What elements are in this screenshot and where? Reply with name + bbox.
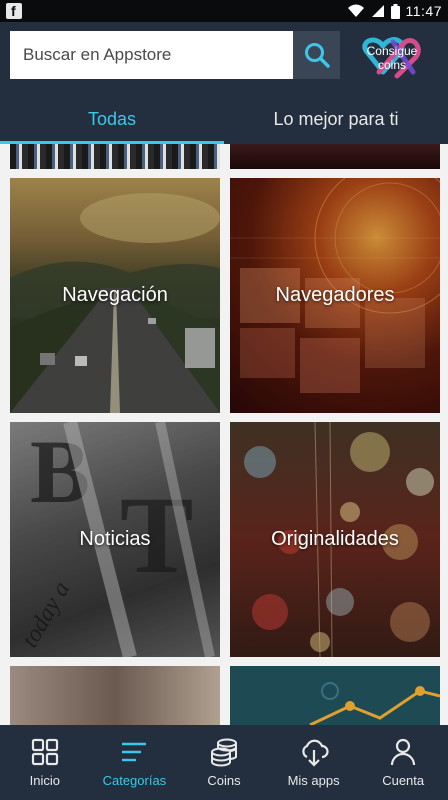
category-label: Noticias [79, 528, 151, 550]
category-tile-partial[interactable] [230, 666, 440, 725]
get-coins-label: Consigue coins [366, 44, 418, 72]
nav-categorias[interactable]: Categorías [90, 725, 180, 800]
cloud-download-icon [301, 739, 329, 767]
search-input[interactable] [10, 31, 293, 79]
nav-label: Inicio [29, 773, 60, 788]
app-header: Consigue coins Todas Lo mejor para ti [0, 22, 448, 144]
category-label: Originalidades [271, 528, 399, 550]
nav-label: Categorías [102, 773, 167, 788]
nav-label: Mis apps [287, 773, 340, 788]
coins-icon [210, 738, 237, 767]
category-tile-partial[interactable] [230, 144, 440, 169]
status-bar: f 11:47 [0, 0, 448, 22]
tab-bar: Todas Lo mejor para ti [0, 94, 448, 144]
category-tile-originalidades[interactable]: Originalidades [230, 422, 440, 657]
nav-inicio[interactable]: Inicio [0, 725, 90, 800]
signal-icon [371, 5, 384, 17]
grid-icon [31, 738, 58, 766]
category-label: Navegadores [275, 284, 395, 306]
battery-icon [390, 3, 400, 19]
nav-label: Cuenta [382, 773, 425, 788]
category-tile-navegadores[interactable]: Navegadores [230, 178, 440, 413]
category-tile-partial[interactable] [10, 144, 220, 169]
nav-label: Coins [207, 773, 241, 788]
status-icons: 11:47 [347, 2, 443, 20]
nav-coins[interactable]: Coins [179, 725, 269, 800]
category-grid: Navegación Navegadores B T today a Notic… [0, 144, 448, 725]
category-tile-partial[interactable] [10, 666, 220, 725]
category-label: Navegación [62, 284, 168, 306]
search-icon [304, 43, 330, 68]
bottom-navigation: Inicio Categorías Coins Mis apps Cuenta [0, 725, 448, 800]
category-tile-noticias[interactable]: B T today a Noticias [10, 422, 220, 657]
get-coins-button[interactable]: Consigue coins [353, 32, 425, 80]
wifi-icon [347, 4, 364, 17]
category-tile-navegacion[interactable]: Navegación [10, 178, 220, 413]
search-button[interactable] [293, 31, 340, 79]
search-bar [10, 31, 340, 79]
nav-cuenta[interactable]: Cuenta [358, 725, 448, 800]
facebook-icon: f [6, 3, 22, 19]
tab-todas[interactable]: Todas [0, 94, 224, 144]
person-icon [391, 738, 416, 766]
list-icon [122, 742, 147, 762]
chart-graphic-image [309, 682, 440, 725]
nav-mis-apps[interactable]: Mis apps [269, 725, 359, 800]
clock: 11:47 [405, 3, 442, 19]
tab-lo-mejor-para-ti[interactable]: Lo mejor para ti [224, 94, 448, 144]
